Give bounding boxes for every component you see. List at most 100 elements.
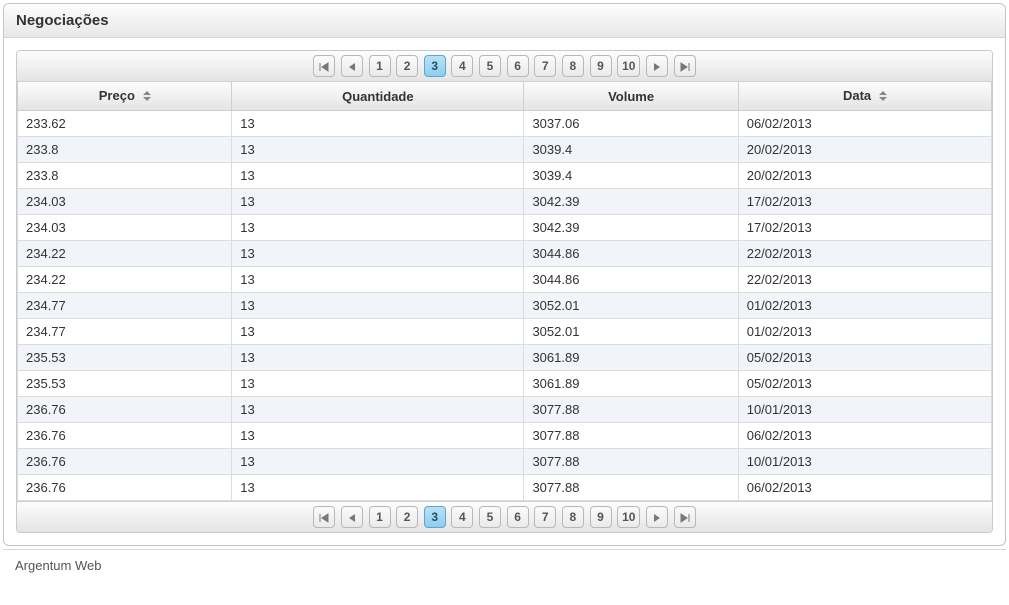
table-row: 234.77133052.0101/02/2013 — [18, 319, 992, 345]
header-row: Preço Quantidade Volume Data — [18, 82, 992, 111]
cell-data: 17/02/2013 — [738, 215, 991, 241]
cell-quantidade: 13 — [232, 475, 524, 501]
cell-preco: 236.76 — [18, 423, 232, 449]
page-8-button[interactable]: 8 — [562, 55, 584, 77]
cell-data: 20/02/2013 — [738, 137, 991, 163]
table-row: 234.77133052.0101/02/2013 — [18, 293, 992, 319]
cell-volume: 3077.88 — [524, 475, 738, 501]
page-7-button[interactable]: 7 — [534, 506, 556, 528]
next-page-button[interactable] — [646, 506, 668, 528]
cell-preco: 236.76 — [18, 397, 232, 423]
table-row: 233.62133037.0606/02/2013 — [18, 111, 992, 137]
col-header-quantidade[interactable]: Quantidade — [232, 82, 524, 111]
page-3-button[interactable]: 3 — [424, 55, 446, 77]
page-1-button[interactable]: 1 — [369, 506, 391, 528]
cell-preco: 234.03 — [18, 189, 232, 215]
table-body: 233.62133037.0606/02/2013 233.8133039.42… — [18, 111, 992, 501]
panel-body: 1 2 3 4 5 6 7 8 9 10 — [4, 38, 1005, 545]
cell-quantidade: 13 — [232, 345, 524, 371]
cell-preco: 234.77 — [18, 319, 232, 345]
cell-volume: 3039.4 — [524, 137, 738, 163]
cell-preco: 236.76 — [18, 475, 232, 501]
negociacoes-panel: Negociações 1 2 3 4 5 6 7 8 9 10 — [3, 3, 1006, 546]
table-row: 235.53133061.8905/02/2013 — [18, 371, 992, 397]
page-7-button[interactable]: 7 — [534, 55, 556, 77]
cell-quantidade: 13 — [232, 293, 524, 319]
table-row: 234.03133042.3917/02/2013 — [18, 189, 992, 215]
table-row: 234.03133042.3917/02/2013 — [18, 215, 992, 241]
table-row: 233.8133039.420/02/2013 — [18, 137, 992, 163]
cell-preco: 234.03 — [18, 215, 232, 241]
page-9-button[interactable]: 9 — [590, 55, 612, 77]
cell-volume: 3077.88 — [524, 423, 738, 449]
prev-page-button[interactable] — [341, 55, 363, 77]
prev-page-button[interactable] — [341, 506, 363, 528]
cell-quantidade: 13 — [232, 163, 524, 189]
first-page-button[interactable] — [313, 55, 335, 77]
sort-icon — [143, 89, 151, 104]
page-10-button[interactable]: 10 — [617, 506, 640, 528]
cell-preco: 233.62 — [18, 111, 232, 137]
cell-quantidade: 13 — [232, 423, 524, 449]
col-header-data[interactable]: Data — [738, 82, 991, 111]
page-4-button[interactable]: 4 — [451, 506, 473, 528]
cell-quantidade: 13 — [232, 137, 524, 163]
cell-quantidade: 13 — [232, 397, 524, 423]
next-page-button[interactable] — [646, 55, 668, 77]
page-2-button[interactable]: 2 — [396, 506, 418, 528]
table-row: 233.8133039.420/02/2013 — [18, 163, 992, 189]
cell-preco: 233.8 — [18, 137, 232, 163]
cell-volume: 3037.06 — [524, 111, 738, 137]
page-1-button[interactable]: 1 — [369, 55, 391, 77]
cell-data: 06/02/2013 — [738, 423, 991, 449]
cell-volume: 3042.39 — [524, 215, 738, 241]
cell-data: 17/02/2013 — [738, 189, 991, 215]
cell-preco: 234.77 — [18, 293, 232, 319]
cell-preco: 233.8 — [18, 163, 232, 189]
first-page-button[interactable] — [313, 506, 335, 528]
cell-data: 22/02/2013 — [738, 267, 991, 293]
table-row: 234.22133044.8622/02/2013 — [18, 241, 992, 267]
cell-data: 22/02/2013 — [738, 241, 991, 267]
page-3-button[interactable]: 3 — [424, 506, 446, 528]
page-5-button[interactable]: 5 — [479, 55, 501, 77]
col-header-data-label: Data — [843, 88, 871, 103]
cell-preco: 234.22 — [18, 241, 232, 267]
table-row: 236.76133077.8806/02/2013 — [18, 475, 992, 501]
paginator-top: 1 2 3 4 5 6 7 8 9 10 — [17, 51, 992, 82]
cell-volume: 3044.86 — [524, 267, 738, 293]
cell-data: 06/02/2013 — [738, 475, 991, 501]
cell-volume: 3061.89 — [524, 345, 738, 371]
cell-quantidade: 13 — [232, 449, 524, 475]
cell-preco: 235.53 — [18, 371, 232, 397]
sort-icon — [879, 89, 887, 104]
col-header-preco[interactable]: Preço — [18, 82, 232, 111]
cell-preco: 234.22 — [18, 267, 232, 293]
paginator-bottom: 1 2 3 4 5 6 7 8 9 10 — [17, 501, 992, 532]
page-9-button[interactable]: 9 — [590, 506, 612, 528]
last-page-button[interactable] — [674, 506, 696, 528]
page-5-button[interactable]: 5 — [479, 506, 501, 528]
cell-data: 01/02/2013 — [738, 319, 991, 345]
table-row: 236.76133077.8806/02/2013 — [18, 423, 992, 449]
col-header-quantidade-label: Quantidade — [342, 89, 414, 104]
page-6-button[interactable]: 6 — [507, 506, 529, 528]
cell-volume: 3039.4 — [524, 163, 738, 189]
page-8-button[interactable]: 8 — [562, 506, 584, 528]
page-6-button[interactable]: 6 — [507, 55, 529, 77]
cell-quantidade: 13 — [232, 241, 524, 267]
page-2-button[interactable]: 2 — [396, 55, 418, 77]
cell-data: 01/02/2013 — [738, 293, 991, 319]
cell-volume: 3077.88 — [524, 449, 738, 475]
data-grid: Preço Quantidade Volume Data — [17, 82, 992, 501]
page-4-button[interactable]: 4 — [451, 55, 473, 77]
footer-text: Argentum Web — [3, 549, 1006, 581]
cell-data: 05/02/2013 — [738, 345, 991, 371]
page-10-button[interactable]: 10 — [617, 55, 640, 77]
cell-data: 06/02/2013 — [738, 111, 991, 137]
last-page-button[interactable] — [674, 55, 696, 77]
cell-data: 05/02/2013 — [738, 371, 991, 397]
col-header-volume[interactable]: Volume — [524, 82, 738, 111]
table-row: 236.76133077.8810/01/2013 — [18, 397, 992, 423]
cell-data: 20/02/2013 — [738, 163, 991, 189]
